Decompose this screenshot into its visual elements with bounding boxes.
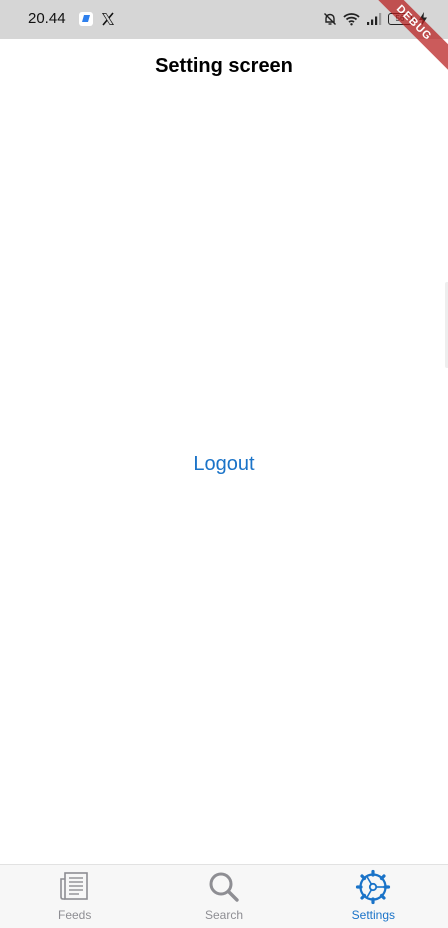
nav-label-feeds: Feeds: [57, 908, 92, 922]
nav-item-feeds[interactable]: Feeds: [0, 865, 149, 928]
logout-button[interactable]: Logout: [174, 446, 274, 482]
nav-item-search[interactable]: Search: [149, 865, 298, 928]
app-bar: Setting screen: [0, 39, 448, 95]
status-bar: 20.44: [0, 0, 448, 39]
status-time: 20.44: [28, 10, 66, 27]
search-icon: [209, 872, 239, 902]
newspaper-icon: [59, 872, 88, 900]
nav-label-search: Search: [204, 908, 243, 922]
bell-off-icon: [324, 13, 336, 25]
app-notification-icon: [79, 12, 93, 26]
x-icon: [102, 12, 114, 26]
nav-item-settings[interactable]: Settings: [299, 865, 448, 928]
settings-gear-icon: [356, 869, 391, 905]
signal-icon: [367, 13, 382, 25]
page-title: Setting screen: [155, 55, 293, 77]
bottom-navigation-bar: Feeds Search Settings: [0, 864, 448, 928]
settings-screen: 20.44 Setting screen Logout Feeds Search…: [0, 0, 448, 928]
nav-label-settings: Settings: [351, 908, 395, 922]
wifi-icon: [343, 13, 360, 26]
